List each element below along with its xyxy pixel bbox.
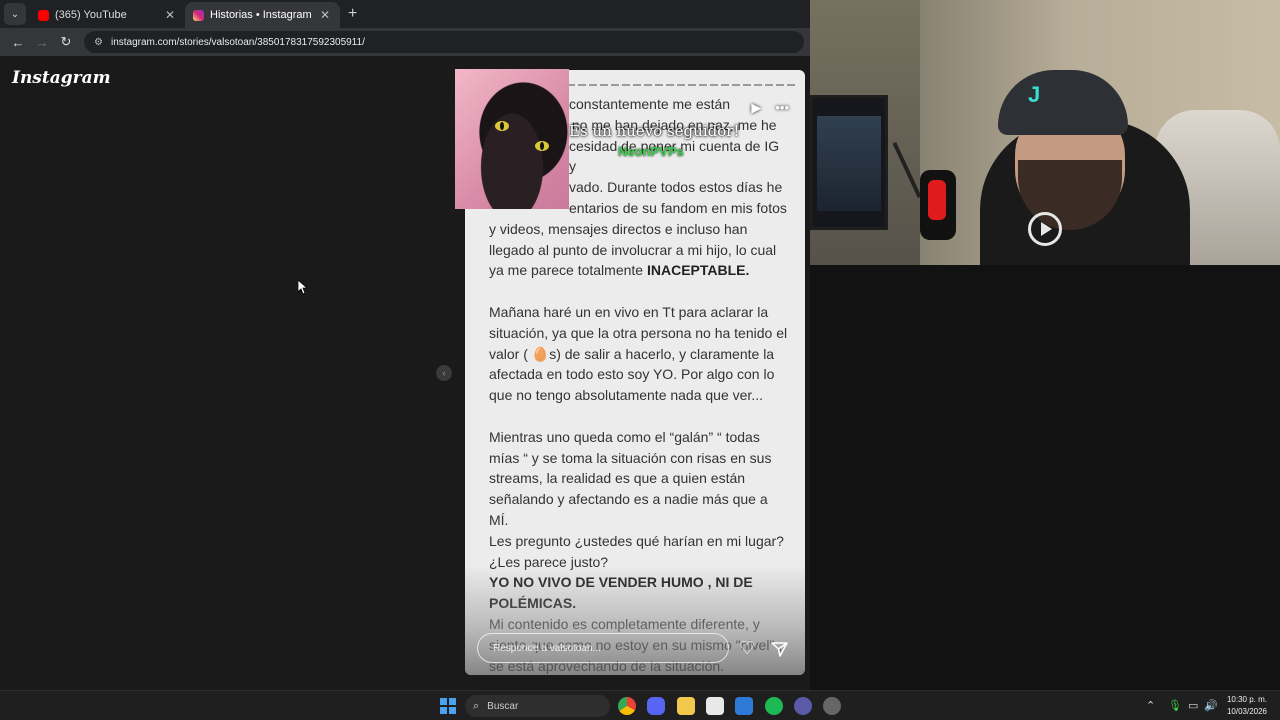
chevron-up-icon[interactable]: ⌃ [1146,699,1155,712]
spotify-icon[interactable] [765,697,783,715]
folder-icon[interactable] [677,697,695,715]
address-bar[interactable]: ⚙ instagram.com/stories/valsotoan/385017… [84,31,804,53]
tab-youtube[interactable]: (365) YouTube ✕ [30,2,185,28]
site-info-icon[interactable]: ⚙ [94,37,103,48]
windows-start-icon[interactable] [440,698,456,714]
story-line: mías “ y se toma la situación con risas … [489,449,772,466]
story-line: afectada en todo esto soy YO. Por algo c… [489,366,775,383]
previous-story-button[interactable]: ‹ [436,365,452,381]
instagram-logo[interactable]: Instagram [12,68,111,88]
cap-logo: J [1028,82,1041,107]
story-line: Mañana haré un en vivo en Tt para aclara… [489,303,769,320]
search-icon: ⌕ [473,699,480,712]
more-options-icon[interactable]: ••• [775,100,789,116]
follower-alert-title: Es un nuevo seguidor! [569,122,740,140]
taskbar: ⌕ Buscar ⌃ 🎙 ▭ 🔊 10:30 p. m. 10/03/2026 [0,690,1280,720]
instagram-page: Instagram ‹ › constantemente me estány n… [0,56,833,690]
dragon-eye [495,121,509,131]
story-line: y videos, mensajes directos e incluso ha… [489,220,748,237]
story-paragraph-gap [489,281,789,302]
story-line: valor ( 🥚s) de salir a hacerlo, y claram… [489,345,775,362]
search-label: Buscar [487,700,519,712]
mouse-cursor-icon [298,280,308,294]
close-tab-icon[interactable]: ✕ [163,8,177,22]
back-button[interactable]: ← [6,35,30,50]
app-icon[interactable] [794,697,812,715]
screen: ⌄ (365) YouTube ✕ Historias • Instagram … [0,0,1280,720]
story-line: Les pregunto ¿ustedes qué harían en mi l… [489,532,784,549]
microphone-icon[interactable]: 🎙 [1168,699,1182,712]
chrome-icon[interactable] [618,697,636,715]
cap [998,70,1128,135]
network-icon[interactable]: ▭ [1188,699,1198,712]
story-line: situación, ya que la otra persona no ha … [489,324,788,341]
clock-date: 10/03/2026 [1226,707,1268,716]
mail-icon[interactable] [735,697,753,715]
toolbar: ← → ↻ ⚙ instagram.com/stories/valsotoan/… [0,28,810,56]
story-line: streams, la realidad es que a quien está… [489,470,746,487]
discord-icon[interactable] [647,697,665,715]
follower-alert-name: NeonPVPs [618,144,684,159]
tab-instagram[interactable]: Historias • Instagram ✕ [185,2,340,28]
new-tab-button[interactable]: + [348,5,357,23]
youtube-icon [38,9,49,21]
heart-icon[interactable]: ♡ [739,639,755,657]
tab-title: (365) YouTube [55,9,127,21]
tab-title: Historias • Instagram [210,9,312,21]
story-controls: ▶ ••• [751,100,789,116]
forward-button[interactable]: → [30,35,54,50]
play-icon[interactable]: ▶ [751,100,761,116]
story-line: señalando y afectando es a nadie más que… [489,491,768,528]
clock[interactable]: 10:30 p. m. 10/03/2026 [1218,694,1276,718]
instagram-icon [193,9,204,21]
dragon-eye [535,141,549,151]
story-line: llegado al punto de involucrar a mi hijo… [489,241,777,258]
reply-input[interactable]: Responde a valsotoan... [477,633,729,663]
tab-search-button[interactable]: ⌄ [4,3,26,25]
close-tab-icon[interactable]: ✕ [318,8,332,22]
settings-icon[interactable] [823,697,841,715]
taskbar-search[interactable]: ⌕ Buscar [465,695,610,717]
webcam-feed: J [810,0,1280,265]
follower-alert-image [455,69,569,209]
story-line: ya me parece totalmente INACEPTABLE. [489,262,750,279]
monitor [810,95,888,230]
url-text: instagram.com/stories/valsotoan/38501783… [110,36,365,48]
volume-icon[interactable]: 🔊 [1204,699,1218,712]
tab-strip: ⌄ (365) YouTube ✕ Historias • Instagram … [0,0,810,28]
story-line: que no tengo absolutamente nada que ver.… [489,387,763,404]
story-line: Mientras uno queda como el “galán” “ tod… [489,428,760,445]
story-progress-bar [567,84,795,86]
replay-logo-icon [1028,212,1062,246]
reload-button[interactable]: ↻ [54,34,78,50]
store-icon[interactable] [706,697,724,715]
story-paragraph-gap [489,406,789,427]
clock-time: 10:30 p. m. [1226,695,1268,704]
send-icon[interactable] [771,642,788,657]
